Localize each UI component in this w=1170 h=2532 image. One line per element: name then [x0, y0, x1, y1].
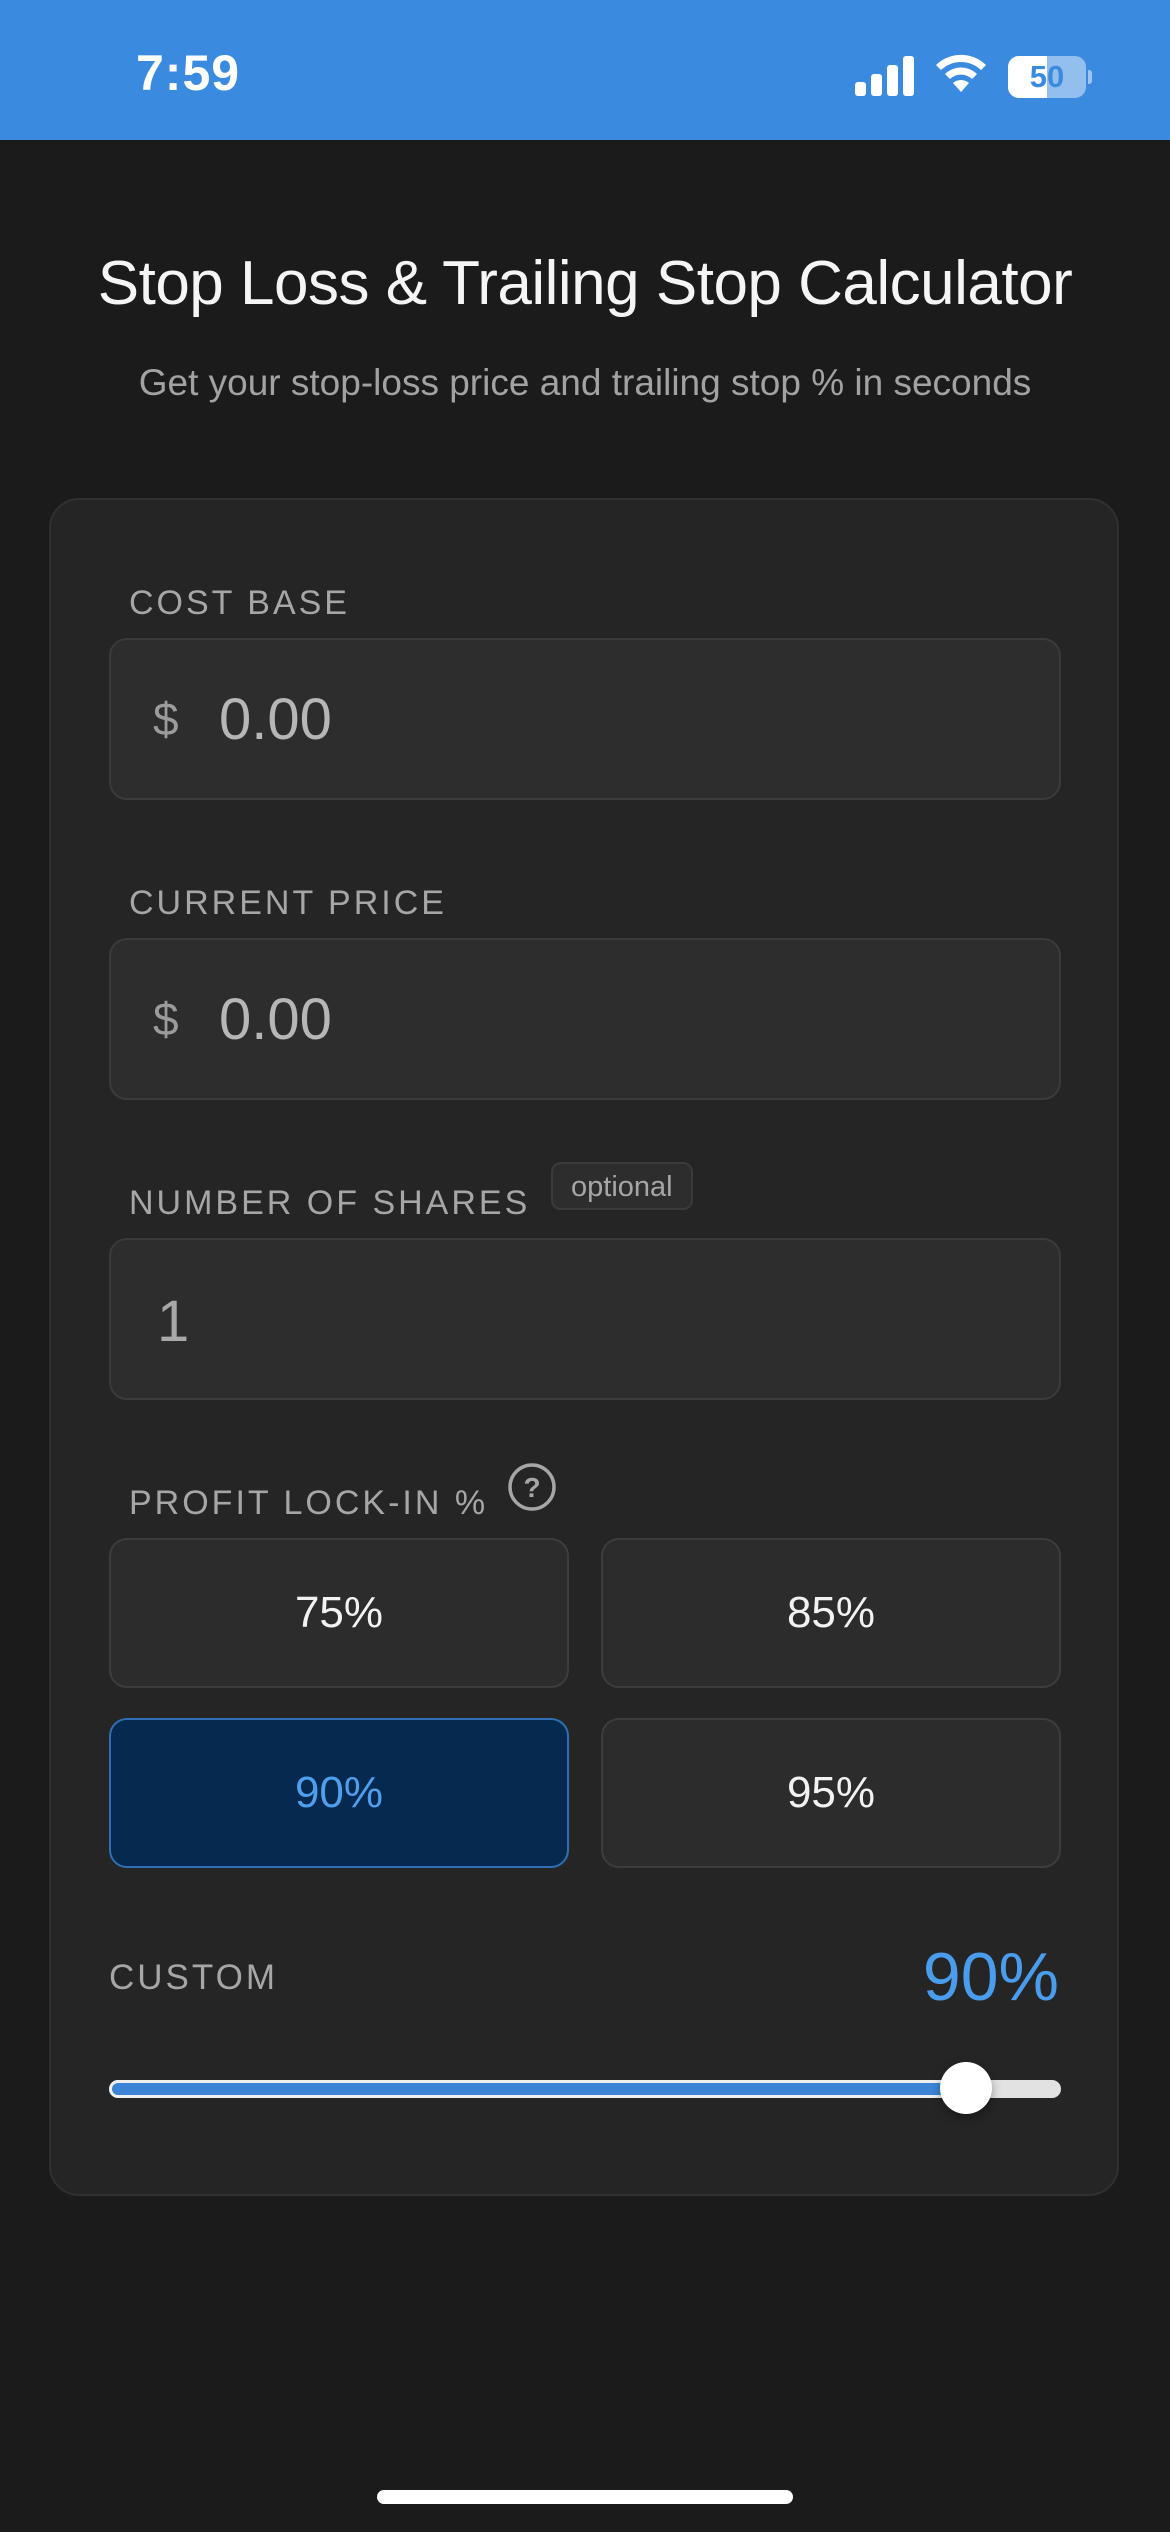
battery-cap — [1088, 70, 1092, 84]
battery-level: 50 — [1029, 59, 1065, 94]
status-time: 7:59 — [136, 45, 241, 101]
cellular-signal-icon — [855, 56, 914, 96]
current-price-label: CURRENT PRICE — [129, 884, 447, 922]
preset-75-button[interactable]: 75% — [109, 1538, 569, 1688]
app-screen: 7:59 50 Stop Loss & Trailing Stop Calcul… — [0, 0, 1170, 2532]
currency-symbol: $ — [153, 993, 179, 1045]
custom-label: CUSTOM — [109, 1958, 279, 1997]
page-subtitle: Get your stop-loss price and trailing st… — [138, 362, 1032, 403]
currency-symbol: $ — [153, 693, 179, 745]
slider-thumb[interactable] — [940, 2062, 992, 2114]
cost-base-input[interactable]: $ 0.00 — [109, 638, 1061, 800]
shares-label: NUMBER OF SHARES — [129, 1184, 531, 1222]
battery-body: 50 — [1008, 56, 1086, 98]
slider-track[interactable] — [109, 2080, 1061, 2098]
page-title: Stop Loss & Trailing Stop Calculator — [97, 249, 1073, 318]
shares-input[interactable]: 1 — [109, 1238, 1061, 1400]
cost-base-label: COST BASE — [129, 584, 350, 622]
svg-text:?: ? — [523, 1472, 540, 1503]
current-price-placeholder: 0.00 — [219, 987, 332, 1052]
preset-85-button[interactable]: 85% — [601, 1538, 1061, 1688]
status-bar: 7:59 50 — [0, 0, 1170, 140]
battery-icon: 50 — [1008, 56, 1092, 98]
shares-value: 1 — [157, 1289, 190, 1354]
preset-90-button[interactable]: 90% — [109, 1718, 569, 1868]
preset-95-button[interactable]: 95% — [601, 1718, 1061, 1868]
current-price-input[interactable]: $ 0.00 — [109, 938, 1061, 1100]
profit-lock-slider[interactable] — [109, 2062, 1061, 2114]
slider-fill — [109, 2080, 966, 2098]
custom-value: 90% — [922, 1939, 1059, 2015]
profit-lock-label: PROFIT LOCK-IN % — [129, 1484, 489, 1522]
cost-base-placeholder: 0.00 — [219, 687, 332, 752]
question-circle-icon[interactable]: ? — [507, 1462, 557, 1512]
wifi-icon — [936, 54, 986, 92]
calculator-card: COST BASE $ 0.00 CURRENT PRICE $ 0.00 NU… — [49, 498, 1119, 2196]
optional-badge: optional — [551, 1162, 693, 1210]
home-indicator — [377, 2490, 793, 2504]
